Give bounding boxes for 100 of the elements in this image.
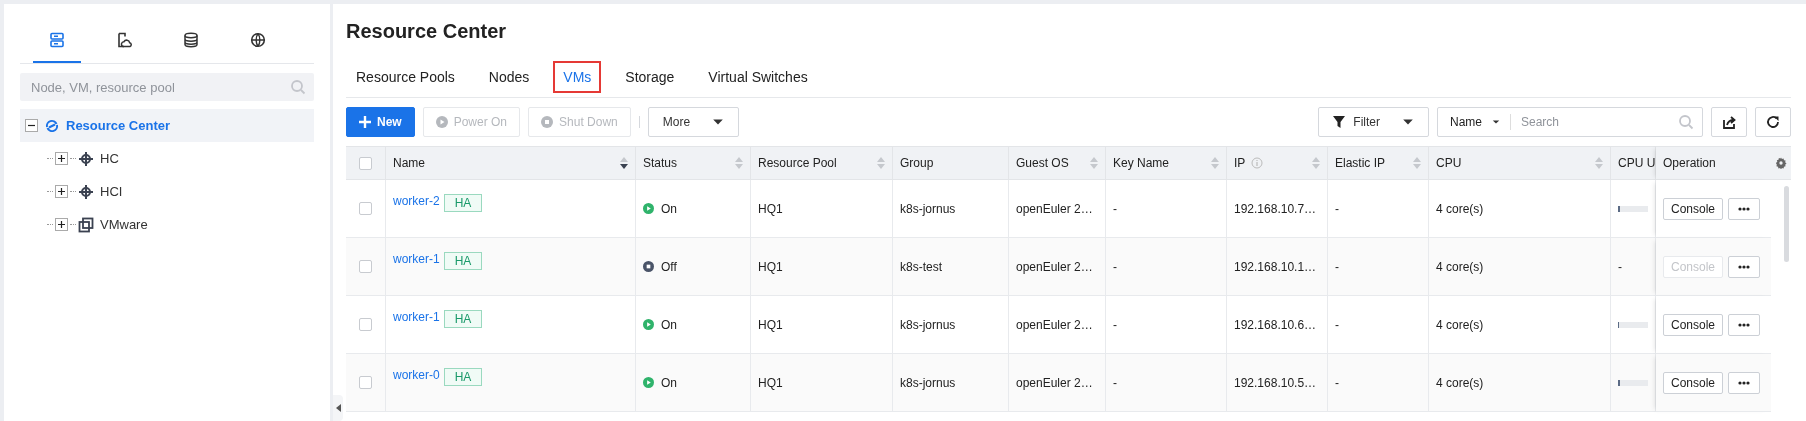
- status-text: On: [661, 201, 677, 216]
- ellipsis-icon: [1738, 380, 1751, 385]
- funnel-icon: [1333, 116, 1346, 128]
- column-header: Elastic IP: [1328, 146, 1429, 180]
- tab[interactable]: Resource Pools: [346, 60, 465, 93]
- vm-name-link[interactable]: worker-0: [393, 368, 440, 382]
- tab[interactable]: Storage: [615, 60, 685, 93]
- vm-name-link[interactable]: worker-2: [393, 194, 440, 208]
- sort-icon[interactable]: [877, 157, 885, 169]
- sort-icon[interactable]: [1595, 157, 1603, 169]
- resource-pool-cell: HQ1: [758, 375, 783, 390]
- cpu-cell: 4 core(s): [1436, 201, 1484, 216]
- ip-cell: 192.168.10.5…: [1234, 375, 1317, 390]
- column-header: Name: [386, 146, 636, 180]
- ellipsis-icon: [1738, 264, 1751, 269]
- ellipsis-icon: [1738, 206, 1751, 211]
- cloud-icon: [44, 117, 60, 134]
- checkbox[interactable]: [359, 202, 372, 215]
- console-button[interactable]: Console: [1663, 371, 1724, 394]
- cluster-icon: [78, 150, 94, 167]
- search-icon: [290, 79, 306, 95]
- filter-button[interactable]: Filter: [1318, 107, 1429, 137]
- key-name-cell: -: [1113, 259, 1117, 274]
- tree-item-label[interactable]: Resource Center: [66, 118, 171, 133]
- stopped-status-icon: [643, 261, 654, 272]
- key-name-cell: -: [1113, 317, 1117, 332]
- checkbox[interactable]: [359, 318, 372, 331]
- status-text: On: [661, 375, 677, 390]
- status-text: Off: [661, 259, 677, 274]
- ha-tag: HA: [443, 310, 483, 328]
- export-button[interactable]: [1711, 107, 1747, 137]
- refresh-icon: [1766, 115, 1780, 129]
- refresh-button[interactable]: [1755, 107, 1791, 137]
- collapse-handle[interactable]: [333, 395, 343, 421]
- group-cell: k8s-jornus: [900, 375, 956, 390]
- ha-tag: HA: [443, 368, 483, 386]
- caret-left-icon: [335, 404, 341, 412]
- checkbox[interactable]: [359, 376, 372, 389]
- search-field-selector[interactable]: Name: [1450, 115, 1500, 129]
- toolbar-button[interactable]: New: [346, 107, 415, 137]
- tab[interactable]: Nodes: [478, 60, 540, 93]
- collapse-toggle[interactable]: [25, 119, 38, 132]
- search-icon: [1678, 114, 1694, 130]
- running-status-icon: [643, 203, 654, 214]
- tree-item-highlight[interactable]: Resource Center: [20, 109, 314, 142]
- checkbox[interactable]: [359, 156, 372, 170]
- server-icon: [49, 31, 65, 48]
- tree-item-label[interactable]: HCI: [100, 184, 123, 199]
- tab[interactable]: Virtual Switches: [698, 60, 818, 93]
- sort-icon[interactable]: [1211, 157, 1219, 169]
- sort-icon[interactable]: [735, 157, 743, 169]
- database-icon: [183, 31, 199, 48]
- toolbar-button[interactable]: More: [647, 107, 740, 137]
- search-bar[interactable]: Name Search: [1437, 107, 1703, 137]
- resource-pool-cell: HQ1: [758, 201, 783, 216]
- vm-name-link[interactable]: worker-1: [393, 252, 440, 266]
- elastic-ip-cell: -: [1335, 201, 1339, 216]
- globe-icon: [250, 31, 266, 48]
- elastic-ip-cell: -: [1335, 375, 1339, 390]
- cpu-usage-cell: -: [1618, 259, 1622, 274]
- more-actions-button[interactable]: [1728, 255, 1761, 278]
- overlapping-squares-icon: [78, 216, 94, 233]
- sort-icon[interactable]: [1090, 157, 1098, 169]
- sort-icon[interactable]: [1413, 157, 1421, 169]
- elastic-ip-cell: -: [1335, 259, 1339, 274]
- expand-toggle[interactable]: [55, 185, 68, 198]
- status-text: On: [661, 317, 677, 332]
- plus-icon: [359, 116, 371, 128]
- tab[interactable]: VMs: [553, 60, 602, 93]
- checkbox[interactable]: [359, 260, 372, 273]
- scrollbar[interactable]: [1784, 186, 1789, 262]
- key-name-cell: -: [1113, 375, 1117, 390]
- expand-toggle[interactable]: [55, 218, 68, 231]
- column-header: Resource Pool: [751, 146, 893, 180]
- guest-os-cell: openEuler 2…: [1016, 259, 1093, 274]
- more-actions-button[interactable]: [1728, 197, 1761, 220]
- ip-cell: 192.168.10.7…: [1234, 201, 1317, 216]
- tree-item-label[interactable]: VMware: [100, 217, 148, 232]
- cpu-cell: 4 core(s): [1436, 375, 1484, 390]
- expand-toggle[interactable]: [55, 152, 68, 165]
- plus-icon: [57, 154, 66, 163]
- column-header: Key Name: [1106, 146, 1227, 180]
- key-name-cell: -: [1113, 201, 1117, 216]
- guest-os-cell: openEuler 2…: [1016, 375, 1093, 390]
- more-actions-button[interactable]: [1728, 371, 1761, 394]
- console-button[interactable]: Console: [1663, 313, 1724, 336]
- sort-icon[interactable]: [1312, 157, 1320, 169]
- ha-tag: HA: [443, 252, 483, 270]
- sort-descending-icon[interactable]: [620, 157, 628, 169]
- page-title: Resource Center: [346, 20, 508, 44]
- console-button[interactable]: Console: [1663, 197, 1724, 220]
- ha-tag: HA: [443, 194, 483, 212]
- vm-name-link[interactable]: worker-1: [393, 310, 440, 324]
- plus-icon: [57, 220, 66, 229]
- cpu-cell: 4 core(s): [1436, 317, 1484, 332]
- tree-item-label[interactable]: HC: [100, 151, 119, 166]
- search-field[interactable]: Node, VM, resource pool: [20, 73, 314, 101]
- more-actions-button[interactable]: [1728, 313, 1761, 336]
- resource-pool-cell: HQ1: [758, 259, 783, 274]
- settings-icon[interactable]: [1775, 157, 1787, 169]
